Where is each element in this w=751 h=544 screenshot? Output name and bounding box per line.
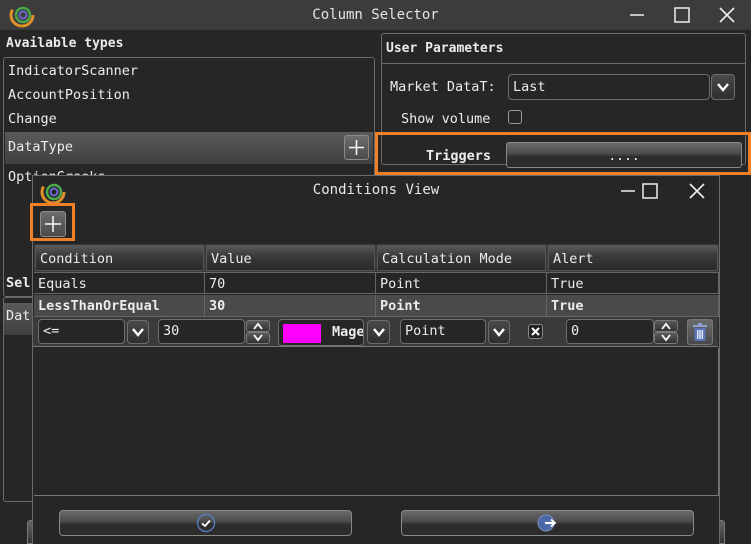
value-input-text: 30 <box>163 323 180 339</box>
column-header-calculation-mode[interactable]: Calculation Mode <box>377 245 546 271</box>
grid-header: Condition Value Calculation Mode Alert <box>34 244 719 272</box>
color-swatch <box>283 324 321 343</box>
plus-icon <box>349 140 364 155</box>
table-row-selected[interactable]: LessThanOrEqual 30 Point True <box>34 295 719 317</box>
main-titlebar[interactable]: Column Selector <box>0 0 751 30</box>
list-item-data-type[interactable]: DataType <box>5 132 373 164</box>
offset-increment-button[interactable] <box>654 320 678 332</box>
maximize-icon <box>674 7 690 23</box>
close-icon <box>719 7 735 23</box>
market-data-type-dropdown-button[interactable] <box>711 74 735 100</box>
delete-condition-button[interactable] <box>687 319 713 345</box>
column-header-condition[interactable]: Condition <box>35 245 204 271</box>
show-volume-label: Show volume <box>401 111 491 127</box>
conditions-empty-area <box>34 348 719 496</box>
market-data-type-value: Last <box>513 79 546 95</box>
offset-decrement-button[interactable] <box>654 332 678 344</box>
market-data-type-dropdown[interactable]: Last <box>508 74 710 100</box>
offset-input[interactable]: 0 <box>566 319 654 344</box>
show-volume-checkbox[interactable] <box>508 110 522 124</box>
ok-button[interactable] <box>59 510 352 536</box>
exit-button[interactable] <box>401 510 694 536</box>
value-input[interactable]: 30 <box>158 319 245 344</box>
calculation-mode-dropdown-button[interactable] <box>488 320 510 344</box>
column-header-value[interactable]: Value <box>206 245 375 271</box>
cond-close-button[interactable] <box>674 176 720 206</box>
list-item-label: IndicatorScanner <box>8 63 139 79</box>
color-dropdown[interactable]: Mage <box>278 319 364 346</box>
chevron-down-icon <box>661 334 671 342</box>
selected-columns-header: Sel <box>6 275 31 291</box>
operator-dropdown-button[interactable] <box>127 320 149 344</box>
plus-icon <box>45 216 61 232</box>
cell-condition: LessThanOrEqual <box>34 295 205 317</box>
trash-icon <box>693 323 707 341</box>
chevron-down-icon <box>493 328 505 337</box>
available-types-header: Available types <box>6 36 124 51</box>
list-item-label: AccountPosition <box>8 87 130 103</box>
conditions-view-window: Conditions View Condition Value Calculat… <box>30 175 720 544</box>
offset-input-text: 0 <box>571 323 580 339</box>
divider <box>382 63 745 64</box>
value-increment-button[interactable] <box>246 320 270 332</box>
close-button[interactable] <box>704 0 750 30</box>
cell-value: 30 <box>205 295 376 317</box>
cell-alert: True <box>547 272 719 294</box>
calculation-mode-dropdown[interactable]: Point <box>400 319 486 344</box>
cell-condition: Equals <box>34 272 205 294</box>
cond-maximize-button[interactable] <box>627 176 673 206</box>
market-data-type-label: Market DataT: <box>390 79 496 95</box>
user-parameters-title: User Parameters <box>386 41 504 56</box>
value-stepper[interactable] <box>246 320 270 344</box>
exit-arrow-icon <box>537 514 556 532</box>
chevron-down-icon <box>717 83 729 92</box>
maximize-button[interactable] <box>659 0 705 30</box>
minimize-button[interactable] <box>614 0 660 30</box>
triggers-button[interactable]: .... <box>506 142 742 168</box>
color-dropdown-button[interactable] <box>367 320 390 344</box>
cell-calculation-mode: Point <box>376 295 547 317</box>
maximize-icon <box>642 183 658 199</box>
chevron-down-icon <box>253 334 263 342</box>
list-item-label: Change <box>8 111 57 127</box>
cell-alert: True <box>547 295 719 317</box>
chevron-up-icon <box>661 322 671 330</box>
x-mark-icon <box>531 327 540 336</box>
chevron-down-icon <box>132 328 144 337</box>
operator-dropdown[interactable]: <= <box>38 319 125 344</box>
value-decrement-button[interactable] <box>246 332 270 344</box>
cell-value: 70 <box>205 272 376 294</box>
operator-value: <= <box>43 323 60 339</box>
list-item-label: DataType <box>8 139 74 155</box>
cell-calculation-mode: Point <box>376 272 547 294</box>
chevron-up-icon <box>253 322 263 330</box>
add-condition-button[interactable] <box>40 211 66 237</box>
triggers-label: Triggers <box>426 148 492 164</box>
selected-column-item[interactable]: Dat <box>4 303 34 335</box>
chevron-down-icon <box>372 328 385 337</box>
add-column-button[interactable] <box>344 135 369 160</box>
condition-editor-row: <= 30 Mage Point 0 <box>33 317 718 347</box>
close-icon <box>689 183 705 199</box>
alert-checkbox[interactable] <box>528 324 543 339</box>
color-name: Mage <box>332 324 364 340</box>
column-header-alert[interactable]: Alert <box>548 245 718 271</box>
offset-stepper[interactable] <box>654 320 678 344</box>
checkmark-circle-icon <box>196 513 215 533</box>
calculation-mode-value: Point <box>405 323 446 339</box>
minimize-icon <box>630 14 644 16</box>
table-row[interactable]: Equals 70 Point True <box>34 272 719 294</box>
